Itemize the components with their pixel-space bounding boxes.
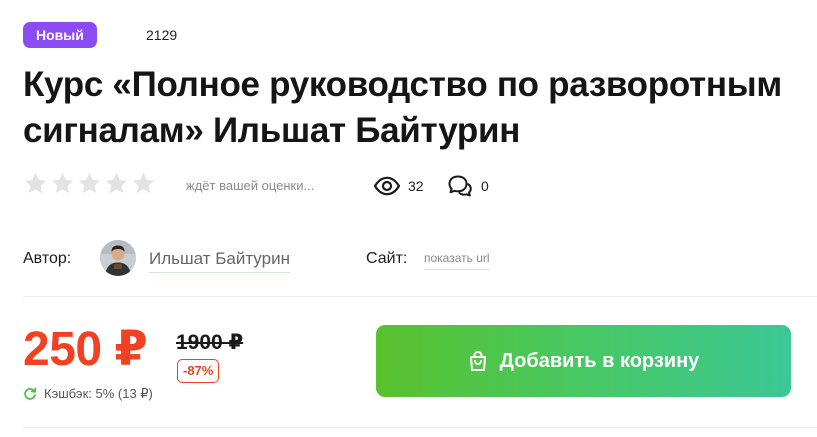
refresh-icon bbox=[24, 387, 37, 400]
new-badge: Новый bbox=[23, 22, 97, 48]
rating-stars[interactable] bbox=[23, 171, 156, 196]
views-count: 32 bbox=[408, 178, 424, 194]
product-id: 2129 bbox=[146, 27, 178, 43]
old-price: 1900 ₽ bbox=[176, 331, 244, 354]
shopping-bag-icon bbox=[469, 351, 486, 371]
author-label: Автор: bbox=[23, 250, 72, 267]
author-link[interactable]: Ильшат Байтурин bbox=[149, 249, 290, 273]
divider bbox=[23, 427, 817, 428]
page-title: Курс «Полное руководство по разворотным … bbox=[23, 65, 782, 150]
site-label: Сайт: bbox=[366, 250, 408, 267]
divider bbox=[23, 296, 817, 297]
add-to-cart-label: Добавить в корзину bbox=[499, 349, 700, 372]
star-icon[interactable] bbox=[131, 171, 156, 196]
discount-badge: -87% bbox=[177, 359, 220, 383]
show-url-link[interactable]: показать url bbox=[424, 251, 490, 270]
comments-count: 0 bbox=[481, 178, 489, 194]
star-icon[interactable] bbox=[77, 171, 102, 196]
cashback-info: Кэшбэк: 5% (13 ₽) bbox=[44, 386, 153, 401]
add-to-cart-button[interactable]: Добавить в корзину bbox=[376, 325, 791, 397]
star-icon[interactable] bbox=[104, 171, 129, 196]
star-icon[interactable] bbox=[23, 171, 48, 196]
star-icon[interactable] bbox=[50, 171, 75, 196]
rating-status: ждёт вашей оценки... bbox=[186, 178, 315, 193]
current-price: 250 ₽ bbox=[23, 323, 148, 376]
comments-icon bbox=[448, 175, 472, 197]
eye-icon bbox=[373, 176, 401, 196]
avatar[interactable] bbox=[100, 240, 136, 276]
